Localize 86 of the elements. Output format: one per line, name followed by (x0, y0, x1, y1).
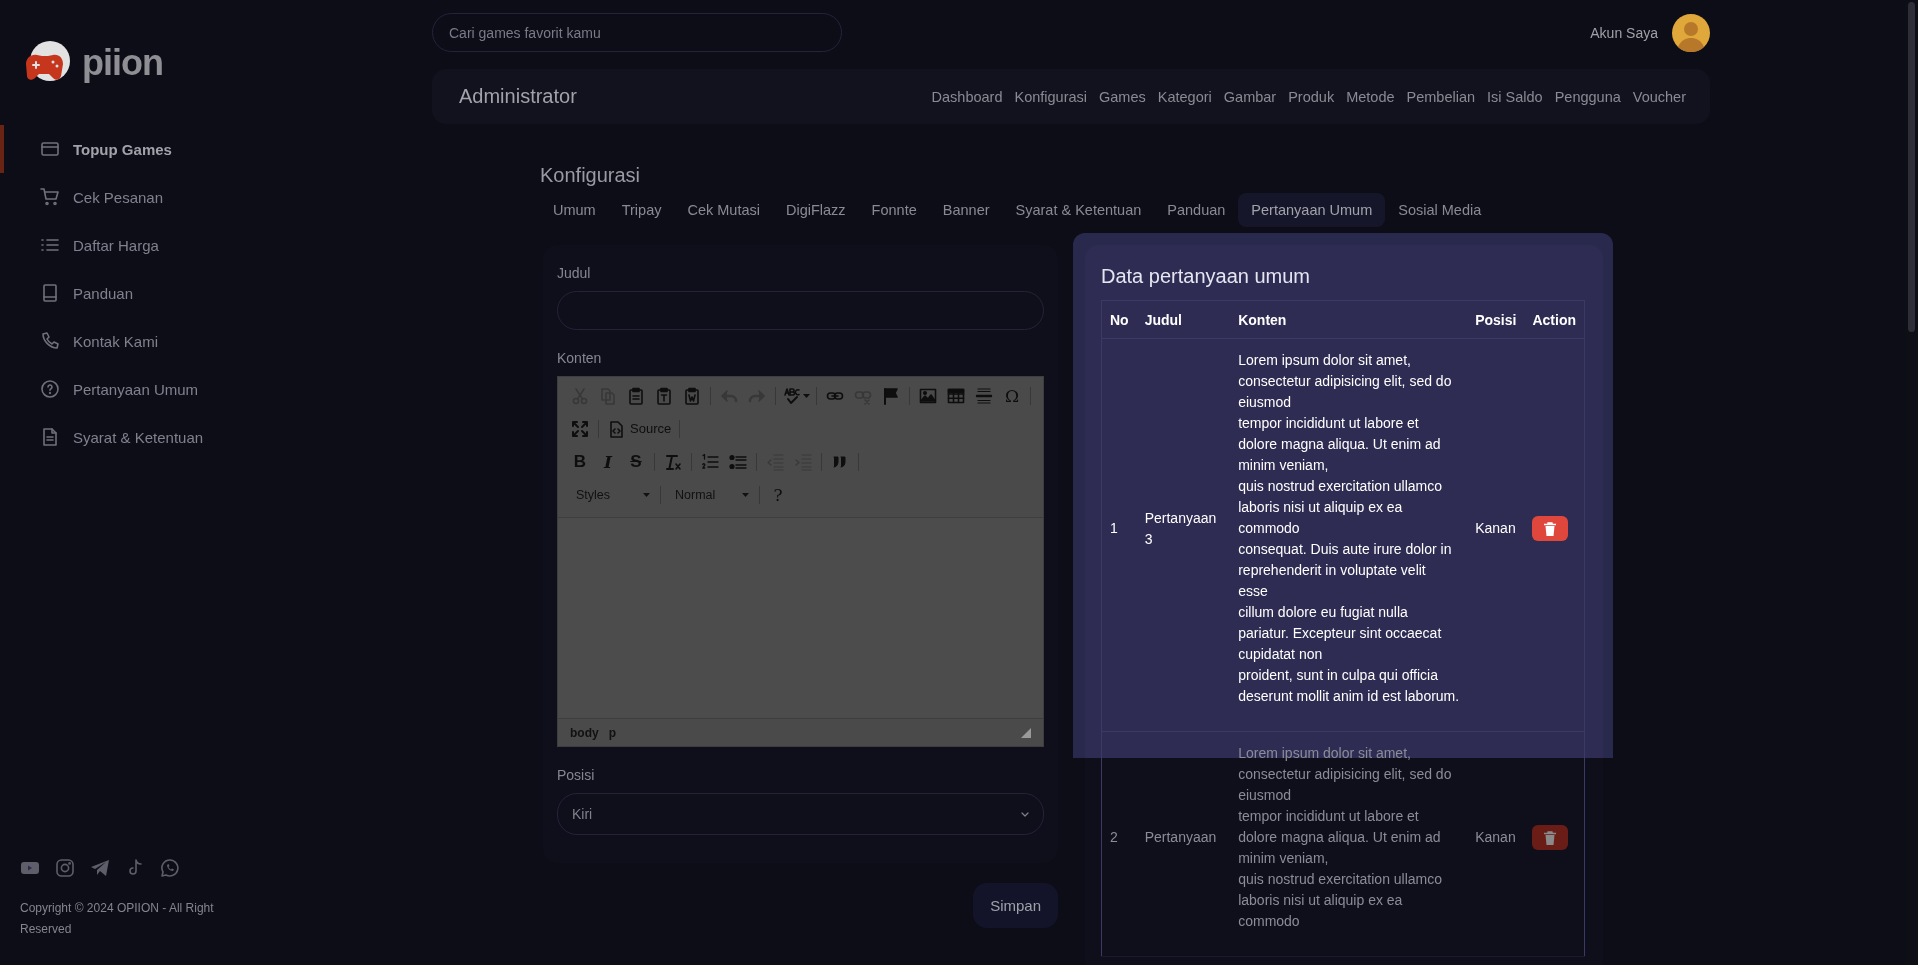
document-icon (40, 427, 60, 447)
chat-phone-icon (160, 858, 180, 878)
save-button[interactable]: Simpan (973, 883, 1058, 928)
clipboard-document-icon (683, 386, 701, 405)
spellcheck-icon (782, 386, 801, 405)
caret-icon (802, 393, 810, 398)
numbered-list-icon (701, 452, 719, 471)
table-cell: 1 (1101, 338, 1137, 732)
sidebar-item[interactable]: Cek Pesanan (0, 173, 430, 221)
trash-icon (1544, 521, 1557, 536)
clipboard-text-icon (655, 386, 673, 405)
nav-link[interactable]: Dashboard (931, 88, 1003, 105)
tab[interactable]: Cek Mutasi (674, 193, 773, 227)
help-icon (40, 379, 60, 399)
field-label: Posisi (557, 767, 595, 783)
avatar[interactable] (1672, 13, 1710, 52)
search-field[interactable]: Cari games favorit kamu (432, 13, 842, 52)
clear-format-icon (664, 452, 682, 471)
column-header: Action (1524, 300, 1585, 339)
tab[interactable]: Fonnte (858, 193, 930, 227)
table-cell: 2 (1101, 731, 1137, 957)
sidebar-item[interactable]: Pertanyaan Umum (0, 365, 430, 413)
card-icon (40, 139, 60, 159)
table-cell: Lorem ipsum dolor sit amet, consectetur adipisicing elit, sed do eiusmod tempor incididunt ut labore et dolore magna aliqua. Ut enim ad minim veniam, quis nostrud exercitation ullamco laboris nisi ut aliquip ex ea commodo consequat. Duis aute irure dolor in reprehenderit in voluptate velit esse cillum dolore eu fugiat nulla pariatur. Excepteur sint occaecat cupidatat non proident, sunt in culpa qui officia deserunt mollit anim id est laborum. (1230, 338, 1468, 732)
logo-text: piion (82, 42, 163, 84)
table-cell: Kanan (1467, 731, 1525, 957)
flag-icon (882, 386, 901, 405)
nav-link[interactable]: Metode (1346, 88, 1395, 105)
cart-icon (40, 187, 60, 207)
bulleted-list-icon (729, 452, 747, 471)
trash-icon (1544, 830, 1557, 845)
image-icon (919, 386, 938, 405)
field-label: Judul (557, 265, 591, 281)
tab[interactable]: Umum (540, 193, 609, 227)
paper-plane-icon (90, 858, 110, 878)
delete-button[interactable] (1532, 516, 1569, 541)
title-input-field[interactable] (557, 291, 1044, 330)
column-header: No (1101, 300, 1137, 339)
nav-link[interactable]: Pembelian (1406, 88, 1476, 105)
maximize-icon (571, 419, 589, 438)
nav-link[interactable]: Gambar (1223, 88, 1277, 105)
caret-icon (643, 492, 650, 497)
nav-link[interactable]: Produk (1288, 88, 1335, 105)
delete-button[interactable] (1532, 825, 1569, 850)
nav-link[interactable]: Voucher (1632, 88, 1686, 105)
nav-link[interactable]: Pengguna (1554, 88, 1621, 105)
book-icon (40, 283, 60, 303)
tab[interactable]: DigiFlazz (773, 193, 859, 227)
page-title: Konfigurasi (540, 164, 642, 187)
chevron-down-icon (1021, 811, 1029, 817)
column-header: Posisi (1467, 300, 1525, 339)
table-cell: Pertanyaan 3 (1136, 338, 1231, 732)
table-cell: Pertanyaan (1136, 731, 1231, 957)
card-title: Data pertanyaan umum (1101, 265, 1311, 288)
field-label: Konten (557, 350, 602, 366)
column-header: Judul (1136, 300, 1231, 339)
tab[interactable]: Banner (929, 193, 1003, 227)
phone-icon (40, 331, 60, 351)
tab[interactable]: Syarat & Ketentuan (1002, 193, 1155, 227)
nav-link[interactable]: Games (1099, 88, 1146, 105)
tab[interactable]: Sosial Media (1385, 193, 1495, 227)
horizontal-line-icon (975, 386, 994, 405)
camera-icon (55, 858, 75, 878)
tab[interactable]: Pertanyaan Umum (1238, 193, 1386, 227)
position-select[interactable]: Kiri (557, 793, 1044, 835)
sidebar-item[interactable]: Panduan (0, 269, 430, 317)
admin-title: Administrator (459, 85, 577, 108)
clipboard-icon (627, 386, 645, 405)
sidebar-item[interactable]: Kontak Kami (0, 317, 430, 365)
nav-link[interactable]: Kategori (1157, 88, 1212, 105)
table-cell: Lorem ipsum dolor sit amet, consectetur adipisicing elit, sed do eiusmod tempor incididunt ut labore et dolore magna aliqua. Ut enim ad minim veniam, quis nostrud exercitation ullamco laboris nisi ut aliquip ex ea commodo (1230, 731, 1468, 957)
sidebar-item[interactable]: Daftar Harga (0, 221, 430, 269)
column-header: Konten (1230, 300, 1468, 339)
code-file-icon (607, 419, 625, 438)
account-link[interactable]: Akun Saya (1590, 24, 1658, 41)
tab[interactable]: Tripay (608, 193, 675, 227)
sidebar-item[interactable]: Topup Games (0, 125, 430, 173)
table-icon (947, 386, 966, 405)
nav-link[interactable]: Konfigurasi (1014, 88, 1088, 105)
nav-link[interactable]: Isi Saldo (1487, 88, 1543, 105)
sidebar-item[interactable]: Syarat & Ketentuan (0, 413, 430, 461)
tab[interactable]: Panduan (1154, 193, 1239, 227)
copyright-text: Copyright © 2024 OPIION - All Right Reserved (20, 900, 215, 938)
caret-icon (742, 492, 749, 497)
table-cell: Kanan (1467, 338, 1525, 732)
resize-grip-icon (1021, 727, 1031, 738)
